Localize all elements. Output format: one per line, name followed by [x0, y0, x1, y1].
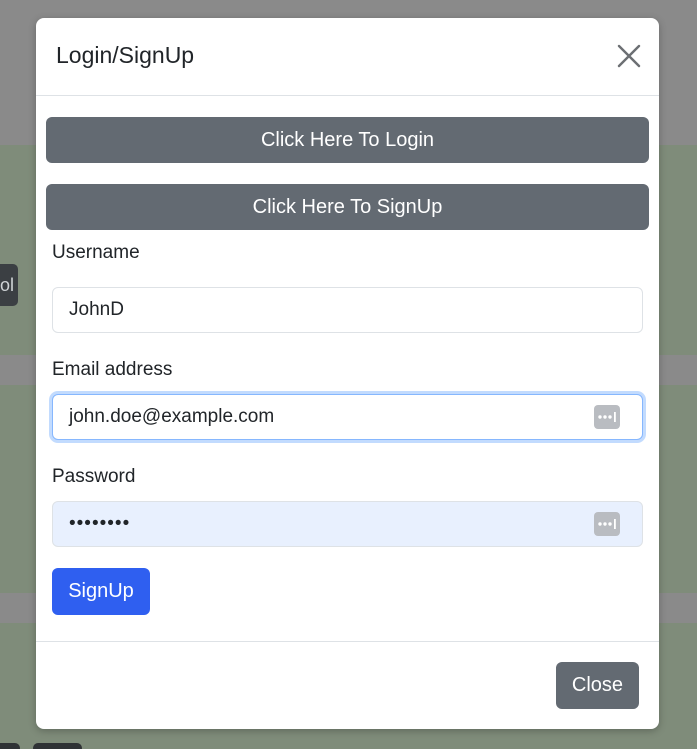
- modal-title: Login/SignUp: [56, 42, 195, 68]
- email-input[interactable]: john.doe@example.com: [52, 394, 643, 440]
- modal-header: Login/SignUp: [36, 18, 659, 96]
- password-key-icon[interactable]: [594, 405, 620, 429]
- password-key-icon[interactable]: [594, 512, 620, 536]
- email-label: Email address: [52, 359, 173, 380]
- login-button[interactable]: Click Here To Login: [46, 117, 649, 163]
- password-label: Password: [52, 466, 136, 487]
- signup-submit-button[interactable]: SignUp: [52, 568, 150, 615]
- close-button[interactable]: Close: [556, 662, 639, 709]
- signup-toggle-button[interactable]: Click Here To SignUp: [46, 184, 649, 230]
- password-value: ••••••••: [69, 513, 131, 534]
- background-button: ol: [0, 264, 18, 306]
- background-button: [33, 743, 82, 749]
- background-button-label: ol: [0, 275, 14, 295]
- close-icon[interactable]: [617, 44, 641, 68]
- login-signup-modal: Login/SignUp Click Here To Login Click H…: [36, 18, 659, 729]
- username-value: JohnD: [69, 299, 124, 320]
- email-value: john.doe@example.com: [69, 406, 275, 427]
- username-label: Username: [52, 242, 140, 263]
- password-input[interactable]: ••••••••: [52, 501, 643, 547]
- modal-footer: Close: [36, 641, 659, 729]
- background-button: [0, 743, 20, 749]
- username-input[interactable]: JohnD: [52, 287, 643, 333]
